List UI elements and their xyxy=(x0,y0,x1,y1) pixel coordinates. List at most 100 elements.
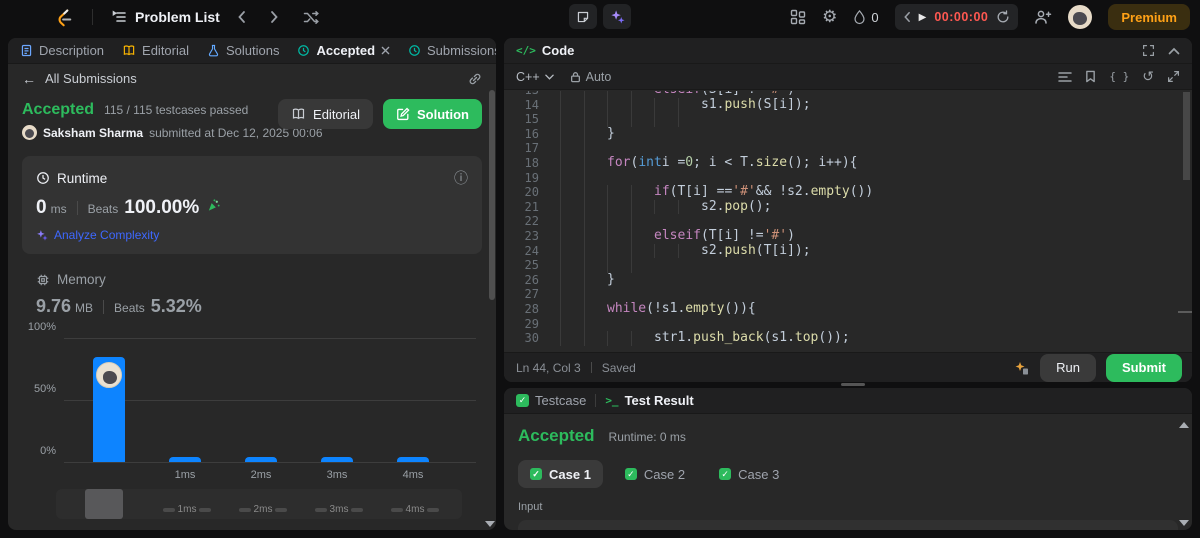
code-scrollbar[interactable] xyxy=(1183,92,1190,180)
streak-flame-icon xyxy=(853,9,866,25)
tab-testcase[interactable]: ✓ Testcase xyxy=(516,393,586,408)
line-number: 22 xyxy=(524,214,539,229)
case-button-1[interactable]: ✓ Case 1 xyxy=(518,460,603,488)
language-selector[interactable]: C++ xyxy=(516,70,554,84)
test-scroll-up-icon[interactable] xyxy=(1179,422,1189,428)
code-line[interactable]: 20 if (T[i] == '#' && !s2. empty()) xyxy=(504,185,1192,200)
code-editor[interactable]: 13else if(S[i] != '#')14s1.push(S[i]);15… xyxy=(504,91,1192,352)
analyze-complexity-link[interactable]: Analyze Complexity xyxy=(54,228,159,242)
user-avatar[interactable] xyxy=(1068,5,1093,29)
case-button-3[interactable]: ✓ Case 3 xyxy=(707,460,791,488)
case-button-2[interactable]: ✓ Case 2 xyxy=(613,460,697,488)
tab-accepted[interactable]: Accepted xyxy=(297,43,390,58)
panel-resize-handle[interactable] xyxy=(841,383,865,386)
random-problem-button[interactable] xyxy=(296,10,327,25)
case-check-icon: ✓ xyxy=(719,468,732,480)
memory-section[interactable]: Memory 9.76 MB Beats 5.32% xyxy=(36,272,482,317)
submission-history-icon xyxy=(298,45,310,56)
format-code-icon[interactable] xyxy=(1058,71,1073,83)
run-button[interactable]: Run xyxy=(1040,353,1096,382)
code-line[interactable]: 29 xyxy=(504,316,1192,332)
all-submissions-back[interactable]: ← All Submissions xyxy=(8,64,496,93)
copy-link-icon[interactable] xyxy=(468,72,482,86)
solutions-flask-icon xyxy=(208,44,219,57)
solution-button[interactable]: Solution xyxy=(383,99,482,129)
tab-editorial[interactable]: Editorial xyxy=(122,43,189,58)
timer-reset-icon[interactable] xyxy=(996,10,1010,24)
auto-save-toggle[interactable]: Auto xyxy=(570,70,611,84)
snippets-icon[interactable]: { } xyxy=(1109,70,1129,83)
code-header: </> Code xyxy=(504,38,1192,64)
testcase-input-field[interactable]: s = xyxy=(518,520,1178,530)
bookmark-icon[interactable] xyxy=(1085,70,1096,83)
memory-chip-icon xyxy=(36,273,50,287)
top-bar: Problem List ⚙ 0 ▶ 00:00:00 Premium xyxy=(0,0,1200,34)
prev-problem-button[interactable] xyxy=(230,10,253,24)
debugger-icon[interactable] xyxy=(1014,360,1030,376)
maximize-icon[interactable] xyxy=(1167,70,1180,83)
chart-bar-4ms[interactable] xyxy=(397,457,429,462)
chart-bar-3ms[interactable] xyxy=(321,457,353,462)
leetcode-logo[interactable] xyxy=(54,6,74,28)
code-line[interactable]: 27 xyxy=(504,287,1192,302)
brush-tick: 4ms xyxy=(383,504,447,515)
settings-gear-icon[interactable]: ⚙ xyxy=(822,7,837,27)
code-line[interactable]: 18 for(int i = 0; i < T. size (); i++){ xyxy=(504,155,1192,171)
runtime-value: 0 xyxy=(36,197,47,218)
code-line[interactable]: 25 xyxy=(504,258,1192,273)
code-line[interactable]: 15 xyxy=(504,112,1192,127)
premium-button[interactable]: Premium xyxy=(1108,4,1190,30)
chart-x-tick: 3ms xyxy=(326,469,348,481)
submissions-icon xyxy=(409,45,420,56)
submitter-name[interactable]: Saksham Sharma xyxy=(43,126,143,140)
tab-test-result[interactable]: >_ Test Result xyxy=(605,393,693,408)
problem-list-button[interactable]: Problem List xyxy=(111,9,220,25)
runtime-info-icon[interactable]: ⓘ xyxy=(454,168,468,188)
code-line[interactable]: 17 xyxy=(504,141,1192,156)
layout-grid-icon[interactable] xyxy=(790,9,806,25)
ai-assistant-button[interactable] xyxy=(603,4,631,29)
line-number: 20 xyxy=(524,185,539,200)
chart-range-brush[interactable]: 1ms 2ms 3ms 4ms xyxy=(56,489,462,519)
test-status: Accepted xyxy=(518,426,595,445)
tab-submissions[interactable]: Submissions xyxy=(408,43,496,58)
code-line[interactable]: 28 while (!s1. empty()){ xyxy=(504,301,1192,317)
case-check-icon: ✓ xyxy=(530,468,542,480)
collapse-code-icon[interactable] xyxy=(1168,47,1180,55)
case-check-icon: ✓ xyxy=(624,468,637,480)
editorial-button[interactable]: Editorial xyxy=(278,99,373,129)
code-line[interactable]: 14 s1. push (S[i]); xyxy=(504,97,1192,113)
celebration-icon xyxy=(206,198,221,213)
code-line[interactable]: 13else if(S[i] != '#') xyxy=(504,91,1192,98)
code-line[interactable]: 16} xyxy=(504,126,1192,142)
code-line[interactable]: 30 str1. push_back (s1. top ()); xyxy=(504,330,1192,346)
expand-code-icon[interactable] xyxy=(1142,44,1155,57)
runtime-distribution-chart[interactable]: 0% 50% 100% 1ms 2ms 3ms 4ms xyxy=(28,321,476,481)
timer-widget[interactable]: ▶ 00:00:00 xyxy=(894,4,1019,30)
test-scroll-down-icon[interactable] xyxy=(1179,520,1189,526)
tab-solutions[interactable]: Solutions xyxy=(207,43,279,58)
code-line[interactable]: 22 xyxy=(504,214,1192,229)
chart-bar-1ms[interactable] xyxy=(169,457,201,462)
code-line[interactable]: 24 s2. push (T[i]); xyxy=(504,243,1192,259)
invite-user-icon[interactable] xyxy=(1034,9,1052,25)
next-problem-button[interactable] xyxy=(263,10,286,24)
analyze-sparkle-icon xyxy=(36,229,48,241)
streak-counter[interactable]: 0 xyxy=(853,9,879,25)
code-line[interactable]: 19 xyxy=(504,170,1192,186)
user-position-avatar xyxy=(96,361,122,388)
chart-bar-2ms[interactable] xyxy=(245,457,277,462)
code-line[interactable]: 26} xyxy=(504,272,1192,288)
left-panel-scrollbar[interactable] xyxy=(489,90,495,300)
brush-selection[interactable] xyxy=(85,489,123,519)
code-line[interactable]: 21 s2. pop (); xyxy=(504,199,1192,215)
runtime-card[interactable]: Runtime ⓘ 0 ms Beats 100.00% Analyze Com… xyxy=(22,156,482,254)
timer-play-icon[interactable]: ▶ xyxy=(919,12,927,23)
notes-button[interactable] xyxy=(569,4,597,29)
left-panel-scroll-down-icon[interactable] xyxy=(485,521,495,527)
submit-button[interactable]: Submit xyxy=(1105,353,1182,382)
code-line[interactable]: 23 else if (T[i] != '#') xyxy=(504,228,1192,244)
reset-code-icon[interactable]: ↺ xyxy=(1142,68,1154,85)
tab-description[interactable]: Description xyxy=(20,43,104,58)
close-tab-icon[interactable] xyxy=(381,46,390,55)
